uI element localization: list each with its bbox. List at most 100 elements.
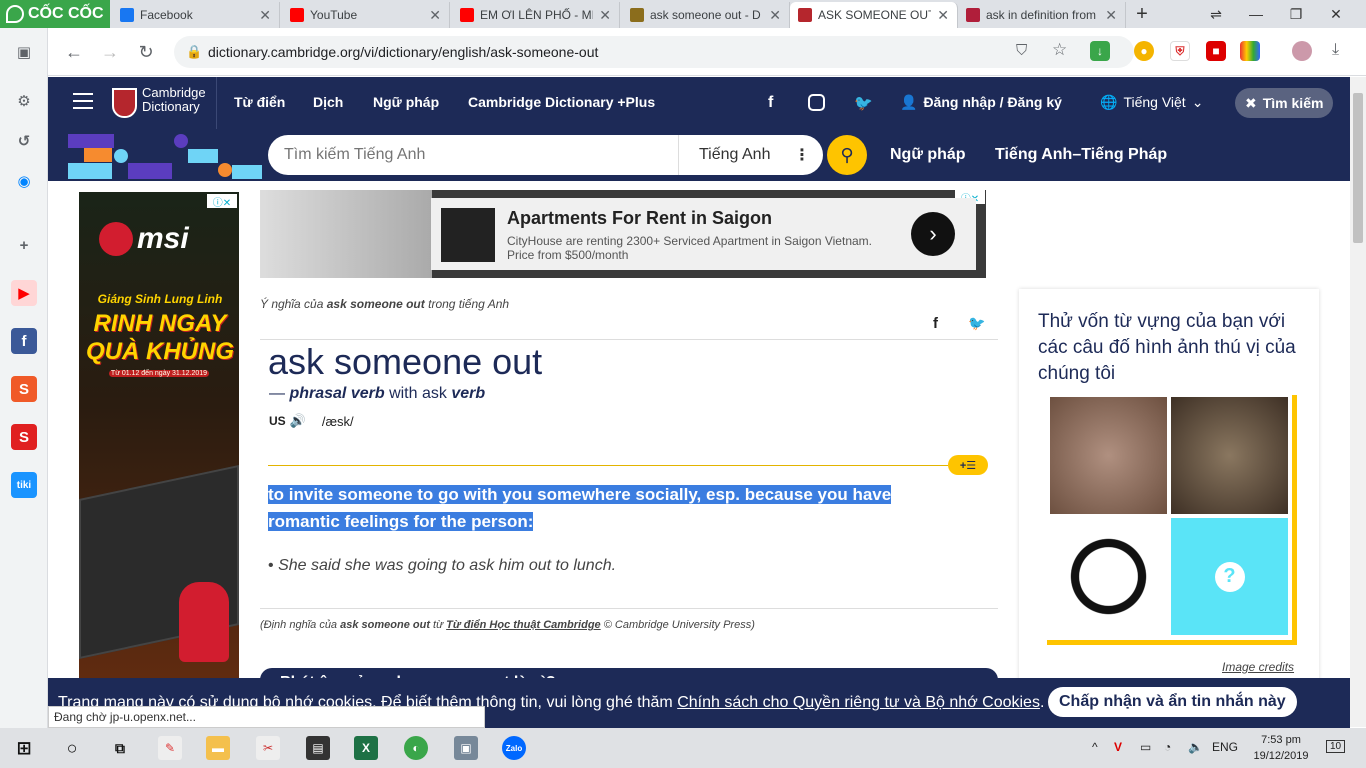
tab-youtube-song[interactable]: EM ƠI LÊN PHỐ - MI ✕	[452, 2, 620, 28]
unikey-icon[interactable]: V	[1114, 740, 1122, 754]
tab-dictionary[interactable]: ask someone out - D ✕	[622, 2, 790, 28]
close-icon[interactable]: ✕	[937, 7, 949, 24]
extension-icon[interactable]: ■	[1206, 41, 1226, 61]
new-tab-button[interactable]: +	[1130, 2, 1154, 26]
adblock-icon[interactable]: ⛨	[1170, 41, 1190, 61]
quiz-question-tile[interactable]: ?	[1171, 518, 1288, 635]
search-icon[interactable]: ○	[60, 736, 84, 760]
add-icon[interactable]: +	[11, 232, 37, 258]
back-icon[interactable]: ←	[60, 38, 88, 66]
file-explorer-icon[interactable]: ▬	[206, 736, 230, 760]
forward-icon[interactable]: →	[96, 38, 124, 66]
close-icon[interactable]: ✕	[769, 7, 781, 24]
downloads-icon[interactable]: ⤓	[1332, 41, 1339, 59]
bookmark-star-icon[interactable]: ☆	[1052, 40, 1067, 60]
link-english-french[interactable]: Tiếng Anh–Tiếng Pháp	[995, 146, 1167, 164]
source-book-link[interactable]: Từ điển Học thuật Cambridge	[446, 619, 601, 631]
coccoc-brand[interactable]: CỐC CỐC	[0, 0, 110, 28]
download-icon[interactable]: ↓	[1090, 41, 1110, 61]
menu-icon[interactable]	[73, 93, 93, 109]
tray-chevron-icon[interactable]: ^	[1092, 740, 1098, 754]
scrollbar-thumb[interactable]	[1353, 93, 1363, 243]
nav-dictionary[interactable]: Từ điển	[234, 94, 285, 110]
close-window-icon[interactable]: ✕	[1316, 0, 1356, 28]
search-button[interactable]: ⚲	[827, 135, 867, 175]
decoration	[232, 165, 262, 179]
chrome-icon[interactable]: ●	[1134, 41, 1154, 61]
cookie-policy-link[interactable]: Chính sách cho Quyền riêng tư và Bộ nhớ …	[677, 694, 1040, 712]
coccoc-icon[interactable]: ◐	[404, 736, 428, 760]
language-selector[interactable]: 🌐 Tiếng Việt ⌄	[1100, 94, 1203, 111]
close-icon[interactable]: ✕	[599, 7, 611, 24]
link-grammar[interactable]: Ngữ pháp	[890, 146, 966, 164]
share-twitter-icon[interactable]: 🐦	[968, 315, 985, 332]
search-input[interactable]	[284, 146, 684, 164]
clock[interactable]: 7:53 pm 19/12/2019	[1250, 732, 1312, 764]
zalo-icon[interactable]: Zalo	[502, 736, 526, 760]
tab-youtube[interactable]: YouTube ✕	[282, 2, 450, 28]
page-scrollbar[interactable]	[1350, 77, 1366, 727]
address-bar[interactable]: 🔒 dictionary.cambridge.org/vi/dictionary…	[174, 36, 1134, 68]
tab-facebook[interactable]: Facebook ✕	[112, 2, 280, 28]
msi-side-ad[interactable]: ⓘ✕ msi Giáng Sinh Lung Linh RINH NGAY QU…	[79, 192, 239, 727]
sidebar-toggle-icon[interactable]: ▣	[11, 39, 37, 65]
shopee-icon[interactable]: S	[11, 376, 37, 402]
tiki-icon[interactable]: tiki	[11, 472, 37, 498]
settings-icon[interactable]: ⚙	[11, 88, 37, 114]
tab-ask-someone-out[interactable]: ASK SOMEONE OUT ✕	[790, 2, 958, 28]
add-to-list-button[interactable]: +☰	[948, 455, 988, 475]
example: • She said she was going to ask him out …	[268, 557, 616, 575]
ad-dates: Từ 01.12 đến ngày 31.12.2019	[109, 370, 209, 377]
hippo-image[interactable]	[1050, 397, 1167, 514]
input-language[interactable]: ENG	[1212, 740, 1238, 754]
seal-image[interactable]	[1171, 397, 1288, 514]
tab-search-icon[interactable]: ⇌	[1196, 0, 1236, 28]
youtube-icon[interactable]: ▶	[11, 280, 37, 306]
history-icon[interactable]: ↺	[11, 128, 37, 154]
search-toggle-label: Tìm kiếm	[1262, 95, 1324, 111]
search-toggle-button[interactable]: ✖ Tìm kiếm	[1235, 88, 1334, 118]
volume-icon[interactable]: 🔈	[1188, 740, 1203, 754]
login-link[interactable]: 👤 Đăng nhập / Đăng ký	[900, 94, 1062, 111]
app-icon[interactable]: ▣	[454, 736, 478, 760]
wifi-icon[interactable]: ◔	[1164, 740, 1171, 754]
twitter-icon[interactable]: 🐦	[854, 94, 873, 112]
image-credits-link[interactable]: Image credits	[1222, 660, 1294, 674]
cambridge-logo[interactable]: Cambridge Dictionary	[142, 86, 206, 114]
reload-icon[interactable]: ↻	[132, 38, 160, 66]
cookie-accept-button[interactable]: Chấp nhận và ẩn tin nhắn này	[1048, 687, 1297, 717]
share-facebook-icon[interactable]: f	[933, 315, 938, 332]
shield-icon[interactable]: ⛉	[1016, 42, 1027, 59]
quiz-card[interactable]: Thử vốn từ vựng của bạn với các câu đố h…	[1019, 289, 1319, 689]
nav-grammar[interactable]: Ngữ pháp	[373, 94, 439, 110]
ad-choices-icon[interactable]: ⓘ✕	[207, 194, 237, 209]
apartment-ad[interactable]: ⓘ✕ Apartments For Rent in Saigon CityHou…	[260, 190, 986, 278]
close-icon[interactable]: ✕	[259, 7, 271, 24]
windows-start-icon[interactable]: ⊞	[12, 736, 36, 760]
close-icon[interactable]: ✕	[429, 7, 441, 24]
excel-icon[interactable]: X	[354, 736, 378, 760]
minimize-icon[interactable]: —	[1236, 0, 1276, 28]
snipping-tool-icon[interactable]: ✂	[256, 736, 280, 760]
speaker-icon[interactable]: 🔊	[290, 413, 306, 429]
instagram-icon[interactable]	[808, 94, 825, 111]
panda-image[interactable]	[1050, 518, 1167, 635]
colorzilla-icon[interactable]	[1240, 41, 1260, 61]
facebook-icon[interactable]: f	[768, 94, 773, 112]
battery-icon[interactable]: ▭	[1140, 740, 1151, 754]
notification-icon[interactable]: 10	[1326, 740, 1346, 753]
avatar[interactable]	[1292, 41, 1312, 61]
search-language-selector[interactable]: Tiếng Anh ⋮	[678, 135, 823, 175]
facebook-icon[interactable]: f	[11, 328, 37, 354]
task-view-icon[interactable]: ⧉	[108, 736, 132, 760]
restore-icon[interactable]: ❐	[1276, 0, 1316, 28]
sticky-notes-icon[interactable]: ▤	[306, 736, 330, 760]
messenger-icon[interactable]: ◉	[11, 168, 37, 194]
close-icon[interactable]: ✕	[1105, 7, 1117, 24]
nav-plus[interactable]: Cambridge Dictionary +Plus	[468, 94, 655, 110]
sendo-icon[interactable]: S	[11, 424, 37, 450]
nav-translate[interactable]: Dịch	[313, 94, 343, 110]
paint-icon[interactable]: ✎	[158, 736, 182, 760]
tab-ask-definition[interactable]: ask in definition from ✕	[958, 2, 1126, 28]
chevron-right-icon[interactable]: ›	[911, 212, 955, 256]
